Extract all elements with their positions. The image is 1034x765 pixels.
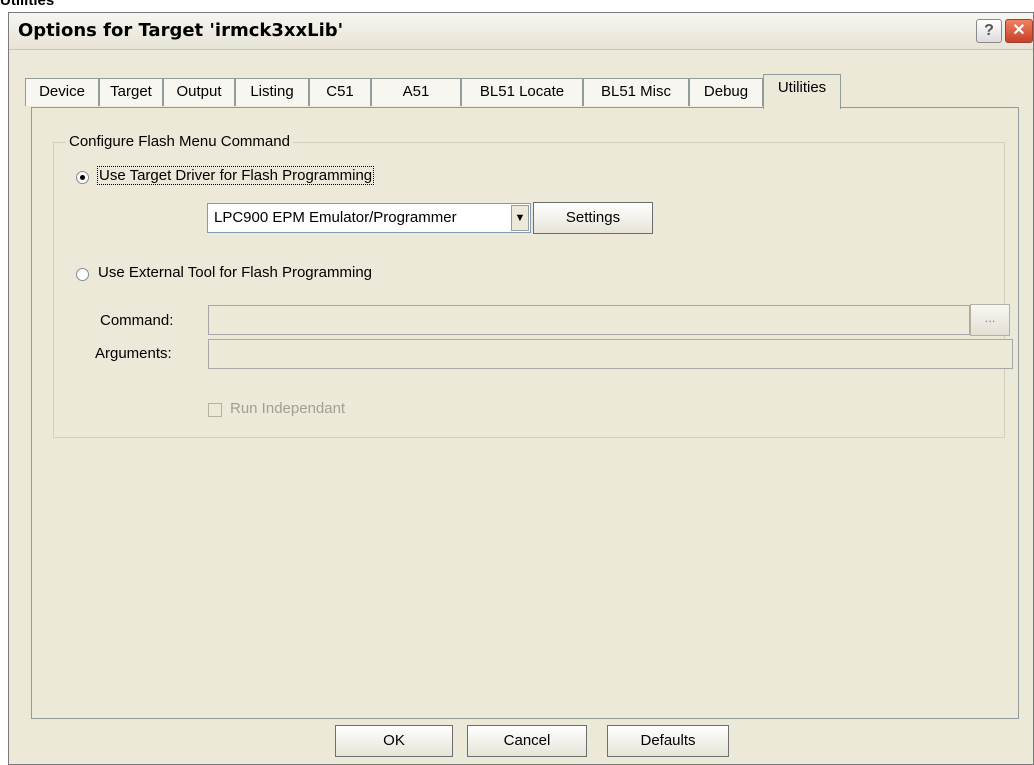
- window-title: Options for Target 'irmck3xxLib': [18, 20, 344, 41]
- tab-output[interactable]: Output: [163, 78, 235, 106]
- ok-button[interactable]: OK: [335, 725, 453, 757]
- tab-c51[interactable]: C51: [309, 78, 371, 106]
- tab-device[interactable]: Device: [25, 78, 99, 106]
- run-independent-checkbox[interactable]: [208, 403, 222, 417]
- driver-select[interactable]: LPC900 EPM Emulator/Programmer ▼: [207, 203, 531, 233]
- label-external-tool[interactable]: Use External Tool for Flash Programming: [98, 264, 372, 282]
- title-bar[interactable]: Options for Target 'irmck3xxLib' ? ✕: [9, 13, 1033, 50]
- tab-debug[interactable]: Debug: [689, 78, 763, 106]
- browse-button[interactable]: ...: [970, 304, 1010, 336]
- options-dialog: Options for Target 'irmck3xxLib' ? ✕ Dev…: [8, 12, 1034, 765]
- defaults-button[interactable]: Defaults: [607, 725, 729, 757]
- radio-target-driver[interactable]: [76, 171, 89, 184]
- chevron-down-icon[interactable]: ▼: [511, 205, 529, 231]
- close-button[interactable]: ✕: [1005, 19, 1033, 43]
- tab-bl51-misc[interactable]: BL51 Misc: [583, 78, 689, 106]
- tab-a51[interactable]: A51: [371, 78, 461, 106]
- page-heading: Utilities: [0, 0, 55, 9]
- target-driver-text: Use Target Driver for Flash Programming: [96, 166, 375, 185]
- flash-menu-groupbox: Configure Flash Menu Command Use Target …: [53, 134, 1013, 438]
- tab-bl51-locate[interactable]: BL51 Locate: [461, 78, 583, 106]
- command-field[interactable]: [208, 305, 970, 335]
- arguments-field[interactable]: [208, 339, 1013, 369]
- run-independent-label[interactable]: Run Independant: [230, 400, 345, 418]
- tab-listing[interactable]: Listing: [235, 78, 309, 106]
- radio-selected-dot: [80, 175, 85, 180]
- utilities-panel: Configure Flash Menu Command Use Target …: [31, 107, 1019, 719]
- tab-target[interactable]: Target: [99, 78, 163, 106]
- group-title: Configure Flash Menu Command: [66, 134, 293, 150]
- close-icon: ✕: [1012, 22, 1026, 39]
- label-target-driver[interactable]: Use Target Driver for Flash Programming: [96, 166, 375, 185]
- settings-button[interactable]: Settings: [533, 202, 653, 234]
- tab-utilities[interactable]: Utilities: [763, 74, 841, 109]
- help-button[interactable]: ?: [976, 19, 1002, 43]
- arguments-label: Arguments:: [95, 345, 172, 362]
- driver-select-value: LPC900 EPM Emulator/Programmer: [214, 209, 457, 226]
- radio-external-tool[interactable]: [76, 268, 89, 281]
- command-label: Command:: [100, 312, 174, 329]
- cancel-button[interactable]: Cancel: [467, 725, 587, 757]
